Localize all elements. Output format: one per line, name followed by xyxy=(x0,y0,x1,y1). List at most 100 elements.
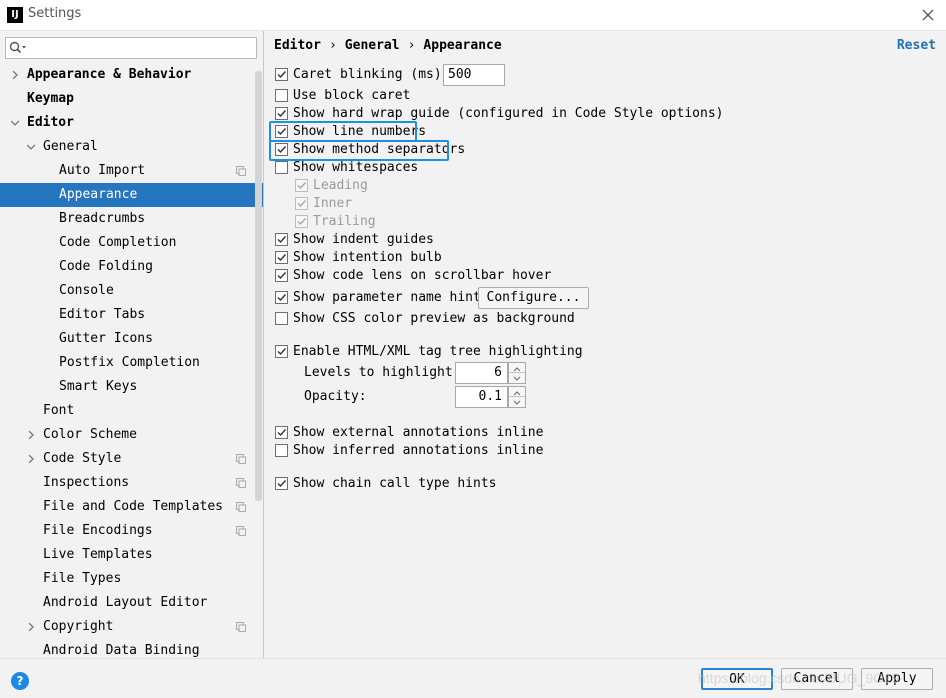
sidebar-item-auto-import[interactable]: Auto Import xyxy=(0,159,264,183)
sidebar-item-appearance[interactable]: Appearance xyxy=(0,183,264,207)
sidebar-item-editor-tabs[interactable]: Editor Tabs xyxy=(0,303,264,327)
project-scope-icon xyxy=(236,622,246,632)
sidebar-item-file-encodings[interactable]: File Encodings xyxy=(0,519,264,543)
breadcrumb-appearance: Appearance xyxy=(423,38,501,53)
sidebar-item-font[interactable]: Font xyxy=(0,399,264,423)
chevron-right-icon[interactable] xyxy=(27,431,35,439)
sidebar-item-gutter-icons[interactable]: Gutter Icons xyxy=(0,327,264,351)
sidebar-item-color-scheme[interactable]: Color Scheme xyxy=(0,423,264,447)
cancel-button[interactable]: Cancel xyxy=(781,668,853,690)
checkbox-label: Inner xyxy=(313,195,352,213)
sidebar-item-postfix-completion[interactable]: Postfix Completion xyxy=(0,351,264,375)
project-scope-icon xyxy=(236,454,246,464)
sidebar-item-label: Font xyxy=(43,399,74,423)
sidebar-item-label: File Encodings xyxy=(43,519,153,543)
line-numbers-highlight-box xyxy=(269,121,417,142)
settings-sidebar: Appearance & BehaviorKeymapEditorGeneral… xyxy=(0,31,264,658)
sidebar-item-live-templates[interactable]: Live Templates xyxy=(0,543,264,567)
sidebar-item-code-completion[interactable]: Code Completion xyxy=(0,231,264,255)
chevron-right-icon[interactable] xyxy=(27,455,35,463)
opacity-spinner-input[interactable]: 0.1 xyxy=(455,386,508,408)
sidebar-item-label: Keymap xyxy=(27,87,74,111)
checkbox-unchecked-icon[interactable] xyxy=(275,161,288,174)
sidebar-item-label: Postfix Completion xyxy=(59,351,200,375)
reset-link[interactable]: Reset xyxy=(897,38,936,53)
breadcrumb-separator: › xyxy=(329,38,337,53)
caret-blinking-input[interactable]: 500 xyxy=(443,64,505,86)
sidebar-item-label: Gutter Icons xyxy=(59,327,153,351)
help-icon[interactable]: ? xyxy=(11,672,29,690)
chevron-down-icon[interactable] xyxy=(27,143,35,151)
settings-search-input[interactable] xyxy=(5,37,257,59)
checkbox-checked-icon[interactable] xyxy=(275,291,288,304)
search-icon xyxy=(9,41,27,55)
checkbox-checked-icon[interactable] xyxy=(275,107,288,120)
checkbox-label: Show indent guides xyxy=(293,231,434,249)
breadcrumb-separator: › xyxy=(408,38,416,53)
levels-spinner-buttons[interactable] xyxy=(508,362,526,384)
opacity-label: Opacity: xyxy=(304,388,367,406)
intellij-app-icon: IJ xyxy=(7,7,23,23)
sidebar-item-label: Code Style xyxy=(43,447,121,471)
checkbox-checked-icon[interactable] xyxy=(275,251,288,264)
checkbox-checked-icon[interactable] xyxy=(275,269,288,282)
sidebar-item-appearance-behavior[interactable]: Appearance & Behavior xyxy=(0,63,264,87)
breadcrumb-editor: Editor xyxy=(274,38,321,53)
sidebar-item-editor[interactable]: Editor xyxy=(0,111,264,135)
sidebar-item-label: Color Scheme xyxy=(43,423,137,447)
sidebar-item-file-and-code-templates[interactable]: File and Code Templates xyxy=(0,495,264,519)
sidebar-item-label: General xyxy=(43,135,98,159)
checkbox-unchecked-icon[interactable] xyxy=(275,444,288,457)
sidebar-item-copyright[interactable]: Copyright xyxy=(0,615,264,639)
ok-button[interactable]: OK xyxy=(701,668,773,690)
checkbox-checked-icon[interactable] xyxy=(295,215,308,228)
chevron-down-icon[interactable] xyxy=(11,119,19,127)
checkbox-label: Show external annotations inline xyxy=(293,424,543,442)
sidebar-item-code-style[interactable]: Code Style xyxy=(0,447,264,471)
checkbox-label: Show whitespaces xyxy=(293,159,418,177)
sidebar-item-android-layout-editor[interactable]: Android Layout Editor xyxy=(0,591,264,615)
checkbox-checked-icon[interactable] xyxy=(275,477,288,490)
settings-tree: Appearance & BehaviorKeymapEditorGeneral… xyxy=(0,63,264,658)
spinner-down-icon[interactable] xyxy=(509,397,525,407)
spinner-up-icon[interactable] xyxy=(509,387,525,397)
dialog-footer: ? OK Cancel Apply https://blog.csdn.net/… xyxy=(0,658,946,698)
sidebar-item-android-data-binding[interactable]: Android Data Binding xyxy=(0,639,264,658)
checkbox-checked-icon[interactable] xyxy=(275,426,288,439)
checkbox-unchecked-icon[interactable] xyxy=(275,312,288,325)
checkbox-label: Trailing xyxy=(313,213,376,231)
sidebar-item-keymap[interactable]: Keymap xyxy=(0,87,264,111)
spinner-down-icon[interactable] xyxy=(509,373,525,383)
levels-spinner-input[interactable]: 6 xyxy=(455,362,508,384)
sidebar-item-inspections[interactable]: Inspections xyxy=(0,471,264,495)
sidebar-item-general[interactable]: General xyxy=(0,135,264,159)
method-separators-highlight-box xyxy=(269,140,449,161)
sidebar-item-smart-keys[interactable]: Smart Keys xyxy=(0,375,264,399)
checkbox-checked-icon[interactable] xyxy=(275,68,288,81)
sidebar-item-breadcrumbs[interactable]: Breadcrumbs xyxy=(0,207,264,231)
checkbox-label: Caret blinking (ms): xyxy=(293,66,450,84)
sidebar-item-label: Android Data Binding xyxy=(43,639,200,658)
checkbox-label: Show chain call type hints xyxy=(293,475,497,493)
sidebar-scrollbar-thumb[interactable] xyxy=(255,71,262,501)
checkbox-checked-icon[interactable] xyxy=(295,197,308,210)
spinner-up-icon[interactable] xyxy=(509,363,525,373)
configure-button[interactable]: Configure... xyxy=(478,287,589,309)
window-title: Settings xyxy=(28,6,81,21)
chevron-right-icon[interactable] xyxy=(11,71,19,79)
checkbox-unchecked-icon[interactable] xyxy=(275,89,288,102)
close-icon[interactable] xyxy=(918,5,938,25)
apply-button[interactable]: Apply xyxy=(861,668,933,690)
opacity-spinner-buttons[interactable] xyxy=(508,386,526,408)
sidebar-item-console[interactable]: Console xyxy=(0,279,264,303)
sidebar-item-label: Android Layout Editor xyxy=(43,591,207,615)
checkbox-checked-icon[interactable] xyxy=(275,233,288,246)
sidebar-item-code-folding[interactable]: Code Folding xyxy=(0,255,264,279)
sidebar-item-label: File Types xyxy=(43,567,121,591)
chevron-right-icon[interactable] xyxy=(27,623,35,631)
sidebar-item-label: Smart Keys xyxy=(59,375,137,399)
sidebar-item-file-types[interactable]: File Types xyxy=(0,567,264,591)
project-scope-icon xyxy=(236,526,246,536)
checkbox-checked-icon[interactable] xyxy=(275,345,288,358)
checkbox-checked-icon[interactable] xyxy=(295,179,308,192)
